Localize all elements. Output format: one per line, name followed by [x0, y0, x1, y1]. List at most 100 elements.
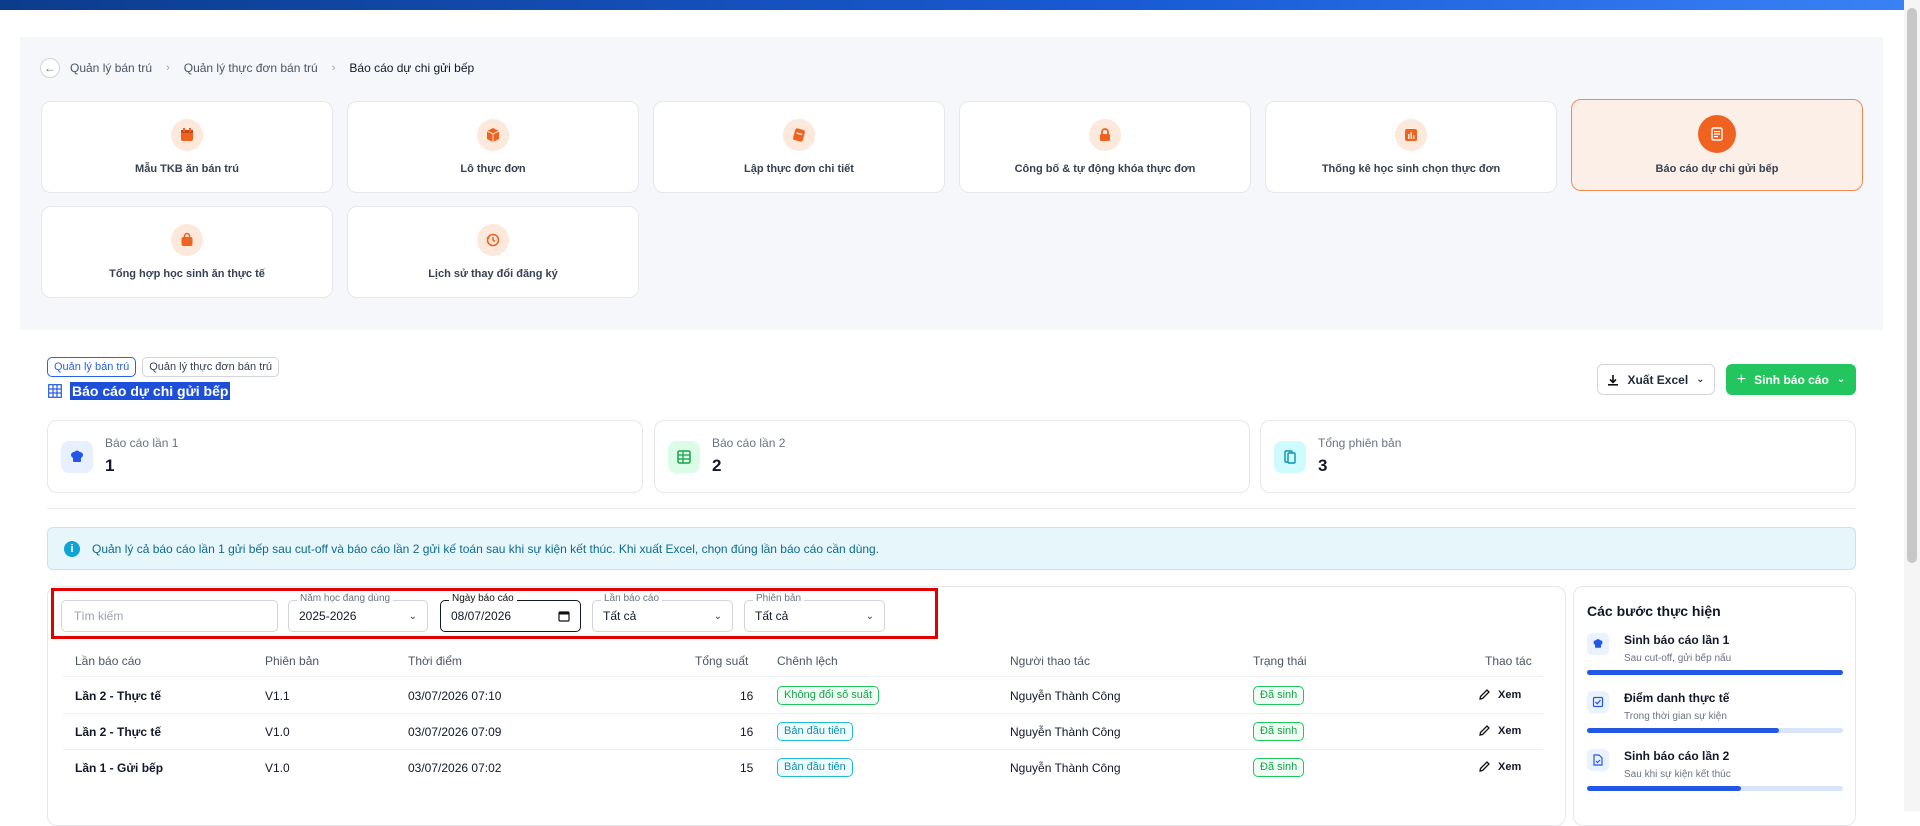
- view-button[interactable]: Xem: [1478, 724, 1521, 737]
- status-badge: Đã sinh: [1253, 722, 1305, 741]
- report-round-select[interactable]: Lần báo cáo Tất cả ⌄: [592, 593, 733, 632]
- cell-user: Nguyễn Thành Công: [1010, 725, 1121, 739]
- tile-detailed-menu[interactable]: Lập thực đơn chi tiết: [653, 101, 945, 193]
- doc-check-icon: [1587, 749, 1609, 771]
- tile-label: Mẫu TKB ăn bán trú: [135, 163, 239, 175]
- scrollbar-thumb[interactable]: [1907, 8, 1917, 563]
- view-button[interactable]: Xem: [1478, 760, 1521, 773]
- step-title: Sinh báo cáo lần 2: [1624, 749, 1730, 763]
- cell-total: 16: [740, 725, 754, 739]
- calendar-icon: [171, 119, 203, 151]
- col-header-actions: Thao tác: [1485, 654, 1532, 668]
- cell-time: 03/07/2026 07:02: [408, 761, 502, 775]
- report-round-label: Lần báo cáo: [601, 593, 663, 605]
- info-icon: i: [64, 540, 80, 557]
- cell-time: 03/07/2026 07:10: [408, 689, 502, 703]
- calendar-icon[interactable]: [558, 610, 570, 622]
- tag-boarding[interactable]: Quản lý bán trú: [47, 357, 137, 377]
- steps-title: Các bước thực hiện: [1587, 603, 1721, 619]
- tile-label: Báo cáo dự chi gửi bếp: [1655, 163, 1779, 175]
- tile-kitchen-report[interactable]: Báo cáo dự chi gửi bếp: [1571, 99, 1863, 191]
- col-header-user[interactable]: Người thao tác: [1010, 654, 1090, 668]
- pencil-icon: [1479, 761, 1490, 772]
- back-arrow-icon[interactable]: ←: [40, 58, 60, 78]
- stat-value: 1: [105, 456, 115, 475]
- export-excel-label: Xuất Excel: [1627, 372, 1689, 387]
- step-progress-fill: [1587, 786, 1741, 791]
- chevron-right-icon: ›: [166, 62, 170, 74]
- report-icon: [1698, 115, 1736, 153]
- note-icon: [783, 119, 815, 151]
- tag-menu[interactable]: Quản lý thực đơn bán trú: [142, 357, 280, 377]
- stat-value: 3: [1318, 456, 1328, 475]
- cell-round: Lần 1 - Gửi bếp: [75, 761, 164, 775]
- version-value: Tất cả: [755, 609, 789, 623]
- pencil-icon: [1479, 689, 1490, 700]
- info-banner: i Quản lý cả báo cáo lần 1 gửi bếp sau c…: [47, 527, 1856, 570]
- breadcrumb-item[interactable]: Quản lý thực đơn bán trú: [184, 61, 318, 75]
- export-excel-button[interactable]: Xuất Excel ⌄: [1597, 364, 1715, 395]
- top-accent-bar: [0, 0, 1920, 10]
- diff-badge: Bản đầu tiên: [777, 722, 853, 741]
- info-text: Quản lý cả báo cáo lần 1 gửi bếp sau cut…: [92, 541, 880, 556]
- steps-card: Các bước thực hiện Sinh báo cáo lần 1 Sa…: [1573, 586, 1856, 826]
- diff-badge: Không đổi số suất: [777, 686, 880, 705]
- school-year-label: Năm học đang dùng: [297, 593, 394, 605]
- col-header-total[interactable]: Tổng suất: [695, 654, 748, 668]
- table-icon: [668, 441, 700, 473]
- tile-label: Lô thực đơn: [460, 163, 526, 175]
- stat-label: Báo cáo lần 1: [105, 436, 179, 450]
- report-date-value: 08/07/2026: [451, 609, 512, 623]
- section-divider: [47, 508, 1856, 509]
- status-badge: Đã sinh: [1253, 758, 1305, 777]
- stat-card-versions: Tổng phiên bản 3: [1260, 420, 1856, 493]
- history-icon: [477, 224, 509, 256]
- chevron-down-icon: ⌄: [865, 610, 874, 622]
- step-progress-fill: [1587, 670, 1843, 675]
- cell-user: Nguyễn Thành Công: [1010, 689, 1121, 703]
- tile-student-choice-stats[interactable]: Thống kê học sinh chọn thực đơn: [1265, 101, 1557, 193]
- col-header-round[interactable]: Lần báo cáo: [75, 654, 141, 668]
- step-subtitle: Sau cut-off, gửi bếp nấu: [1624, 653, 1732, 664]
- cell-total: 15: [740, 761, 754, 775]
- tile-label: Lập thực đơn chi tiết: [744, 163, 854, 175]
- chevron-down-icon: ⌄: [408, 610, 417, 622]
- col-header-version[interactable]: Phiên bản: [265, 654, 319, 668]
- step-progress: [1587, 728, 1843, 733]
- col-header-time[interactable]: Thời điểm: [408, 654, 462, 668]
- report-date-label: Ngày báo cáo: [449, 593, 517, 605]
- view-label: Xem: [1498, 688, 1522, 701]
- col-header-diff[interactable]: Chênh lệch: [777, 654, 838, 668]
- tile-label: Thống kê học sinh chọn thực đơn: [1321, 163, 1501, 175]
- stat-card-round2: Báo cáo lần 2 2: [654, 420, 1250, 493]
- chevron-down-icon: ⌄: [1696, 374, 1705, 385]
- tile-registration-history[interactable]: Lịch sử thay đổi đăng ký: [347, 206, 639, 298]
- step-progress: [1587, 670, 1843, 675]
- report-round-value: Tất cả: [603, 609, 637, 623]
- tile-menu-batch[interactable]: Lô thực đơn: [347, 101, 639, 193]
- breadcrumb-current: Báo cáo dự chi gửi bếp: [349, 61, 475, 75]
- school-year-select[interactable]: Năm học đang dùng 2025-2026 ⌄: [288, 593, 428, 632]
- bar-chart-icon: [1395, 119, 1427, 151]
- school-year-value: 2025-2026: [299, 609, 357, 623]
- step-title: Sinh báo cáo lần 1: [1624, 633, 1730, 647]
- generate-report-button[interactable]: + Sinh báo cáo ⌄: [1726, 364, 1856, 395]
- download-icon: [1608, 374, 1619, 386]
- col-header-status[interactable]: Trạng thái: [1253, 654, 1307, 668]
- view-label: Xem: [1498, 760, 1522, 773]
- stat-label: Báo cáo lần 2: [712, 436, 786, 450]
- view-label: Xem: [1498, 724, 1522, 737]
- step-subtitle: Sau khi sự kiện kết thúc: [1624, 769, 1731, 780]
- search-input[interactable]: Tìm kiếm: [61, 600, 278, 632]
- report-date-input[interactable]: Ngày báo cáo 08/07/2026: [440, 593, 581, 632]
- version-select[interactable]: Phiên bản Tất cả ⌄: [744, 593, 885, 632]
- view-button[interactable]: Xem: [1478, 688, 1521, 701]
- tile-meal-timetable[interactable]: Mẫu TKB ăn bán trú: [41, 101, 333, 193]
- search-placeholder: Tìm kiếm: [74, 609, 124, 623]
- page-title: Báo cáo dự chi gửi bếp: [48, 382, 231, 400]
- page-scrollbar[interactable]: [1904, 0, 1920, 811]
- breadcrumb-item[interactable]: Quản lý bán trú: [70, 61, 152, 75]
- stat-value: 2: [712, 456, 722, 475]
- tile-actual-meal-summary[interactable]: Tổng hợp học sinh ăn thực tế: [41, 206, 333, 298]
- tile-publish-lock[interactable]: Công bố & tự động khóa thực đơn: [959, 101, 1251, 193]
